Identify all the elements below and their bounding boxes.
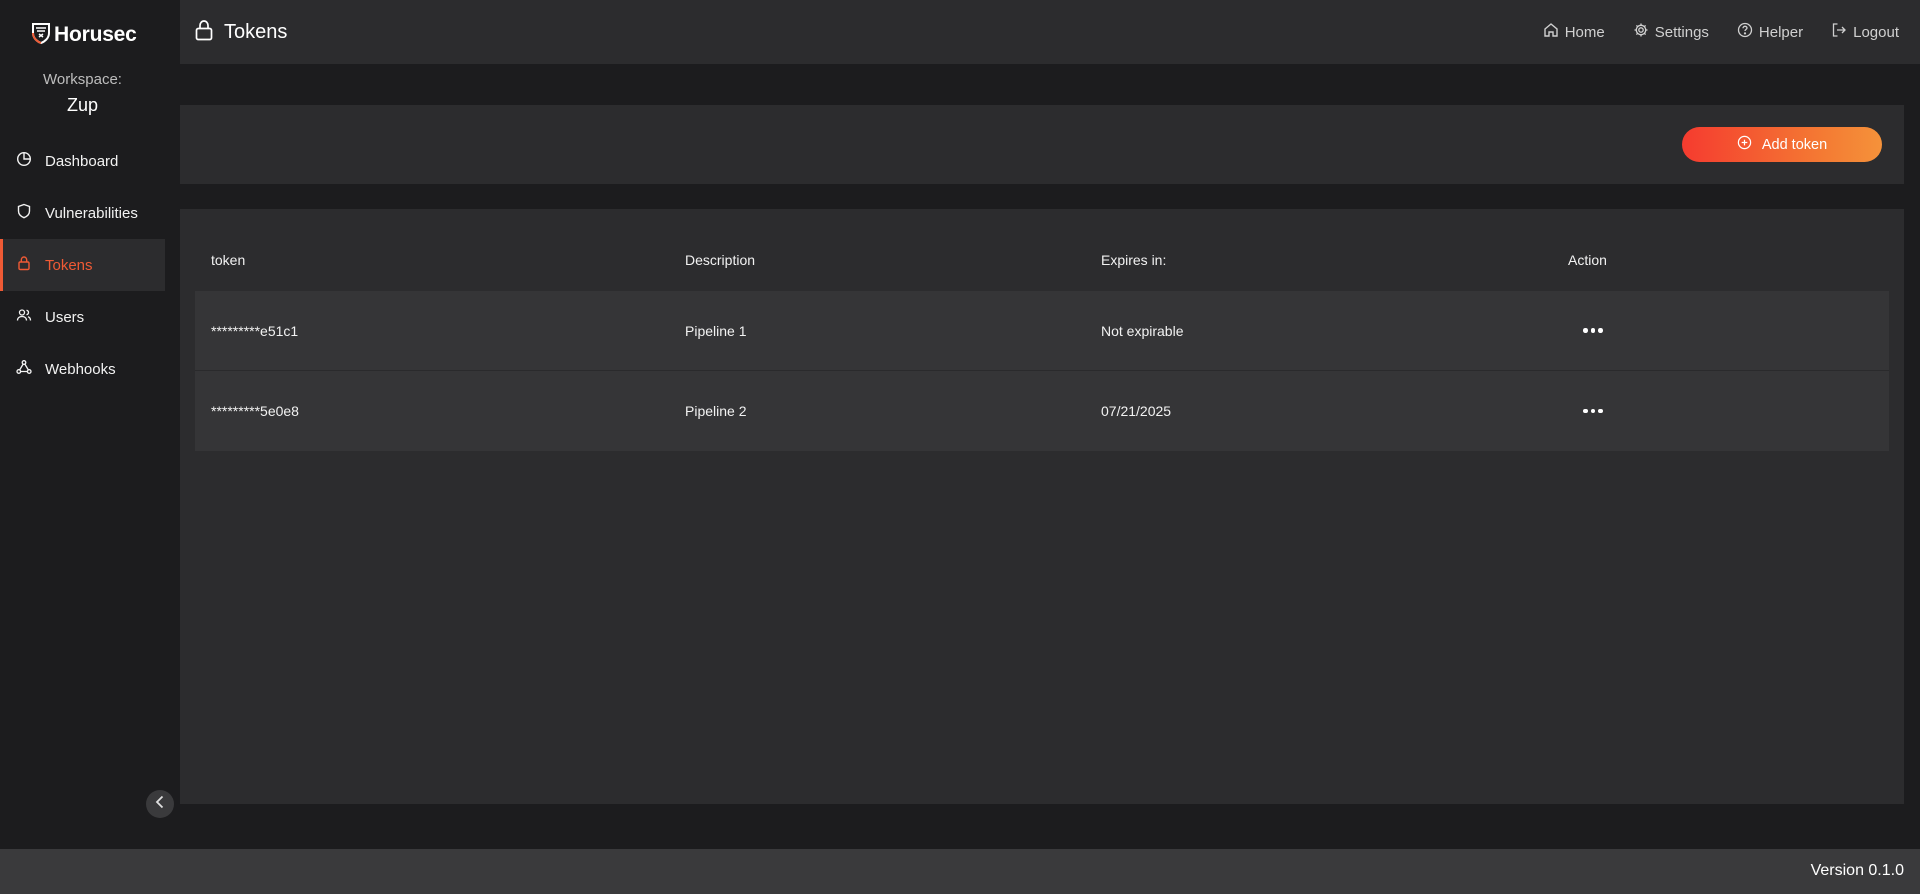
sidebar: Horusec Workspace: Zup Dashboard Vulnera… <box>0 0 174 849</box>
logout-icon <box>1831 22 1847 42</box>
sidebar-item-label: Vulnerabilities <box>45 204 138 222</box>
sidebar-item-label: Webhooks <box>45 360 116 378</box>
token-cell: *********5e0e8 <box>211 403 299 419</box>
horusec-logo-icon <box>32 22 50 49</box>
sidebar-nav: Dashboard Vulnerabilities Tokens Users W… <box>0 135 165 395</box>
table-row: *********5e0e8 Pipeline 2 07/21/2025 <box>195 371 1889 451</box>
action-cell <box>1568 401 1889 421</box>
app-root: Horusec Workspace: Zup Dashboard Vulnera… <box>0 0 1920 894</box>
gear-icon <box>1633 22 1649 42</box>
shield-icon <box>16 203 32 223</box>
tokens-table-panel: token Description Expires in: Action ***… <box>180 209 1904 804</box>
sidebar-item-vulnerabilities[interactable]: Vulnerabilities <box>0 187 165 239</box>
webhook-icon <box>16 359 32 379</box>
action-cell <box>1568 321 1889 341</box>
sidebar-item-dashboard[interactable]: Dashboard <box>0 135 165 187</box>
top-nav: Home Settings Helper Logout <box>1543 0 1920 64</box>
plus-circle-icon <box>1737 135 1752 154</box>
column-header-expires: Expires in: <box>1101 252 1167 268</box>
nav-logout-link[interactable]: Logout <box>1831 22 1899 42</box>
add-token-button[interactable]: Add token <box>1682 127 1882 162</box>
nav-home-label: Home <box>1564 23 1605 41</box>
description-cell: Pipeline 2 <box>685 403 747 419</box>
workspace-name: Zup <box>66 95 99 115</box>
version-label: Version 0.1.0 <box>1810 862 1904 879</box>
nav-helper-link[interactable]: Helper <box>1737 22 1803 42</box>
page-title: Tokens <box>224 20 288 43</box>
column-header-action: Action <box>1568 252 1607 268</box>
sidebar-item-label: Dashboard <box>45 152 119 170</box>
token-cell: *********e51c1 <box>211 322 299 339</box>
logo[interactable]: Horusec <box>32 22 137 48</box>
sidebar-item-tokens[interactable]: Tokens <box>0 239 165 291</box>
more-options-icon[interactable] <box>1578 321 1608 341</box>
nav-helper-label: Helper <box>1758 23 1804 41</box>
top-bar: Tokens Home Settings Helper Logout <box>180 0 1920 64</box>
sidebar-item-webhooks[interactable]: Webhooks <box>0 343 165 395</box>
more-options-icon[interactable] <box>1578 401 1608 421</box>
sidebar-item-label: Users <box>45 308 85 326</box>
sidebar-item-users[interactable]: Users <box>0 291 165 343</box>
help-icon <box>1737 22 1753 42</box>
nav-logout-label: Logout <box>1853 23 1899 41</box>
sidebar-item-label: Tokens <box>45 256 93 274</box>
tokens-table: token Description Expires in: Action ***… <box>195 229 1889 451</box>
nav-home-link[interactable]: Home <box>1543 22 1605 42</box>
workspace-label: Workspace: <box>43 71 122 88</box>
expires-cell: Not expirable <box>1101 322 1184 339</box>
chevron-left-icon <box>154 795 166 814</box>
action-bar: Add token <box>180 105 1904 184</box>
collapse-sidebar-button[interactable] <box>146 790 174 818</box>
nav-settings-link[interactable]: Settings <box>1633 22 1709 42</box>
home-icon <box>1543 22 1559 42</box>
column-header-description: Description <box>685 252 756 268</box>
users-icon <box>16 307 32 327</box>
footer: Version 0.1.0 <box>0 849 1920 894</box>
table-row: *********e51c1 Pipeline 1 Not expirable <box>195 291 1889 371</box>
add-token-label: Add token <box>1761 136 1828 153</box>
lock-icon <box>16 255 32 275</box>
column-header-token: token <box>211 252 246 268</box>
page-heading: Tokens <box>194 19 287 46</box>
pie-chart-icon <box>16 151 32 171</box>
lock-icon <box>194 19 214 46</box>
expires-cell: 07/21/2025 <box>1101 403 1172 419</box>
app-name: Horusec <box>54 23 137 46</box>
nav-settings-label: Settings <box>1654 23 1709 41</box>
table-header: token Description Expires in: Action <box>195 229 1889 291</box>
description-cell: Pipeline 1 <box>685 322 747 339</box>
